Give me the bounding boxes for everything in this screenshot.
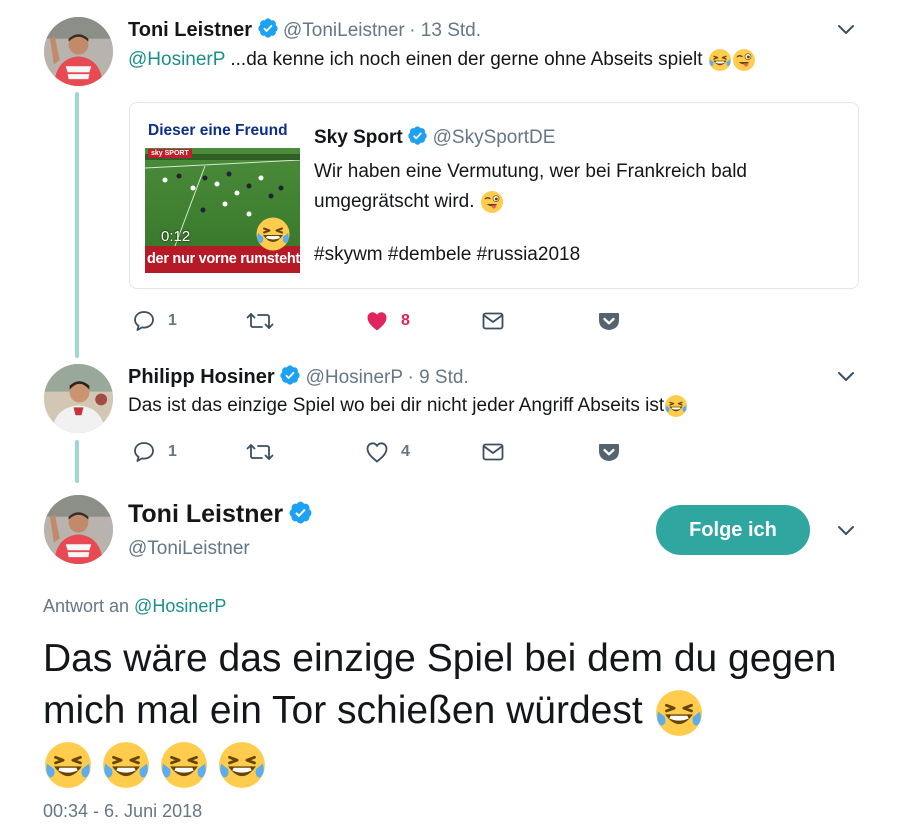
pocket-button[interactable] — [597, 309, 621, 333]
verified-icon — [257, 17, 279, 39]
like-button[interactable]: 8 — [365, 309, 410, 333]
avatar-image — [44, 364, 113, 433]
author-handle[interactable]: @ToniLeistner — [283, 20, 405, 41]
mention-link[interactable]: @HosinerP — [128, 49, 225, 70]
retweet-icon — [246, 440, 274, 464]
avatar[interactable] — [44, 17, 113, 86]
tweet-body: Das wäre das einzige Spiel bei dem du ge… — [43, 637, 837, 732]
tweet-body: ...da kenne ich noch einen der gerne ohn… — [225, 49, 703, 71]
thread-line — [75, 440, 79, 483]
tweet-text: Das ist das einzige Spiel wo bei dir nic… — [128, 394, 688, 418]
author-name[interactable]: Philipp Hosiner — [128, 366, 275, 388]
main-author: Toni Leistner — [128, 500, 313, 529]
joy-emoji-icon — [708, 48, 732, 72]
reply-count: 1 — [168, 443, 177, 460]
joy-emoji-icon — [654, 688, 704, 738]
thumbnail-caption-top: Dieser eine Freund — [145, 118, 300, 148]
tweet-timestamp[interactable]: 00:34 - 6. Juni 2018 — [43, 801, 202, 822]
like-button[interactable]: 4 — [365, 440, 410, 464]
heart-filled-icon — [365, 309, 389, 333]
reply-context: Antwort an @HosinerP — [43, 596, 226, 617]
pocket-icon — [597, 440, 621, 464]
quoted-text: Wir haben eine Vermutung, wer bei Frankr… — [314, 157, 814, 217]
avatar[interactable] — [44, 364, 113, 433]
pocket-button[interactable] — [597, 440, 621, 464]
joy-emoji-icon — [101, 740, 151, 790]
heart-icon — [365, 440, 389, 464]
quoted-header: Sky Sport @SkySportDE — [314, 125, 555, 149]
retweet-icon — [246, 309, 274, 333]
retweet-button[interactable] — [246, 440, 274, 464]
video-duration: 0:12 — [161, 228, 191, 245]
quoted-tweet-card[interactable]: Dieser eine Freund sky SPORT der nur vor… — [129, 102, 859, 289]
mention-link[interactable]: @HosinerP — [134, 596, 226, 616]
tweet-header: Philipp Hosiner @HosinerP · 9 Std. — [128, 364, 469, 389]
thread-line — [75, 92, 79, 358]
chevron-down-icon[interactable] — [836, 19, 856, 39]
wink-tongue-emoji-icon — [480, 190, 504, 214]
wink-tongue-emoji-icon — [732, 48, 756, 72]
avatar[interactable] — [44, 495, 113, 564]
author-handle[interactable]: @ToniLeistner — [128, 538, 250, 560]
like-count: 8 — [401, 312, 410, 329]
quoted-author-name[interactable]: Sky Sport — [314, 127, 403, 148]
video-thumbnail[interactable]: Dieser eine Freund sky SPORT der nur vor… — [145, 118, 300, 273]
verified-icon — [288, 500, 313, 525]
chevron-down-icon[interactable] — [836, 520, 856, 540]
avatar-image — [44, 17, 113, 86]
reply-icon — [132, 440, 156, 464]
like-count: 4 — [401, 443, 410, 460]
joy-emoji-icon — [217, 740, 267, 790]
mail-icon — [481, 440, 505, 464]
pocket-icon — [597, 309, 621, 333]
mail-icon — [481, 309, 505, 333]
author-name[interactable]: Toni Leistner — [128, 500, 283, 528]
sky-sport-logo: sky SPORT — [148, 149, 192, 158]
reply-prefix: Antwort an — [43, 596, 135, 616]
joy-emoji-icon — [255, 216, 291, 252]
joy-emoji-icon — [159, 740, 209, 790]
reply-button[interactable]: 1 — [132, 309, 177, 333]
chevron-down-icon[interactable] — [836, 366, 856, 386]
quoted-author-handle[interactable]: @SkySportDE — [433, 127, 556, 148]
verified-icon — [407, 125, 428, 146]
tweet-header: Toni Leistner @ToniLeistner · 13 Std. — [128, 17, 481, 42]
reply-count: 1 — [168, 312, 177, 329]
reply-button[interactable]: 1 — [132, 440, 177, 464]
joy-emoji-icon — [664, 394, 688, 418]
quoted-body: Wir haben eine Vermutung, wer bei Frankr… — [314, 161, 748, 212]
tweet-body: Das ist das einzige Spiel wo bei dir nic… — [128, 395, 665, 417]
joy-emoji-icon — [43, 740, 93, 790]
avatar-image — [44, 495, 113, 564]
tweet-time[interactable]: · 13 Std. — [409, 20, 481, 41]
quoted-hashtags[interactable]: #skywm #dembele #russia2018 — [314, 244, 580, 266]
author-handle[interactable]: @HosinerP — [306, 367, 403, 388]
tweet-time[interactable]: · 9 Std. — [407, 367, 468, 388]
retweet-button[interactable] — [246, 309, 274, 333]
verified-icon — [279, 364, 301, 386]
reply-icon — [132, 309, 156, 333]
message-button[interactable] — [481, 309, 505, 333]
main-tweet-text: Das wäre das einzige Spiel bei dem du ge… — [43, 633, 873, 790]
follow-button[interactable]: Folge ich — [656, 505, 810, 555]
tweet-text: @HosinerP ...da kenne ich noch einen der… — [128, 48, 756, 72]
author-name[interactable]: Toni Leistner — [128, 19, 252, 41]
message-button[interactable] — [481, 440, 505, 464]
